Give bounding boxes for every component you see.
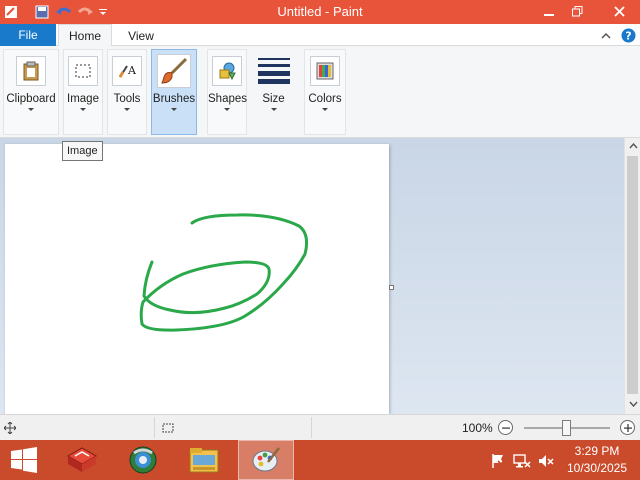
image-tooltip: Image: [62, 141, 103, 161]
text-tool-icon: A: [112, 56, 142, 86]
start-icon[interactable]: [0, 440, 48, 480]
svg-text:?: ?: [625, 29, 631, 42]
zoom-out-button[interactable]: [498, 420, 513, 435]
restore-icon[interactable]: [561, 0, 593, 22]
clipboard-button[interactable]: Clipboard: [3, 49, 59, 135]
chevron-down-icon: [322, 108, 328, 111]
chevron-down-icon: [28, 108, 34, 111]
chevron-down-icon: [224, 108, 230, 111]
chevron-down-icon: [80, 108, 86, 111]
ribbon-tabs: File Home View ?: [0, 24, 640, 47]
volume-muted-icon[interactable]: [537, 452, 555, 470]
flag-icon[interactable]: [489, 452, 507, 470]
scrollbar-thumb[interactable]: [627, 156, 638, 394]
color-palette-icon: [310, 56, 340, 86]
clock-date: 10/30/2025: [566, 461, 628, 475]
colors-label: Colors: [308, 93, 342, 105]
status-bar: 100%: [0, 414, 640, 440]
close-icon[interactable]: [598, 0, 640, 22]
brushes-label: Brushes: [152, 93, 196, 105]
clock-time: 3:29 PM: [574, 444, 620, 458]
zoom-level: 100%: [462, 421, 493, 435]
canvas-workspace: [0, 138, 624, 414]
taskbar-clock[interactable]: 3:29 PM 10/30/2025: [560, 443, 634, 477]
select-rectangle-icon: [68, 56, 98, 86]
image-label: Image: [67, 93, 99, 105]
chevron-down-icon: [124, 108, 130, 111]
help-icon[interactable]: ?: [620, 27, 636, 43]
title-bar: Untitled - Paint: [0, 0, 640, 24]
file-explorer-icon[interactable]: [176, 440, 232, 480]
network-icon[interactable]: [513, 452, 531, 470]
chevron-down-icon: [171, 108, 177, 111]
tab-view[interactable]: View: [118, 24, 164, 47]
selection-size-icon: [162, 423, 174, 432]
zoom-slider-thumb[interactable]: [562, 420, 571, 436]
cursor-position: [0, 417, 155, 438]
shapes-icon: [212, 56, 242, 86]
green-loop-stroke: [139, 213, 308, 332]
zoom-in-button[interactable]: [620, 420, 635, 435]
colors-button[interactable]: Colors: [304, 49, 346, 135]
browser-icon[interactable]: [115, 440, 171, 480]
scroll-down-icon[interactable]: [625, 396, 640, 412]
shapes-button[interactable]: Shapes: [207, 49, 247, 135]
image-button[interactable]: Image: [63, 49, 103, 135]
clipboard-icon: [16, 56, 46, 86]
tools-button[interactable]: A Tools: [107, 49, 147, 135]
drawing-canvas[interactable]: [5, 144, 389, 414]
cursor-position-icon: [4, 421, 16, 434]
tools-label: Tools: [113, 93, 141, 105]
brush-icon: [157, 54, 191, 88]
brushes-button[interactable]: Brushes: [151, 49, 197, 135]
vertical-scrollbar[interactable]: [624, 138, 640, 414]
canvas-resize-handle[interactable]: [389, 285, 394, 290]
svg-text:A: A: [127, 64, 137, 77]
chevron-down-icon: [270, 108, 277, 111]
paint-app-icon[interactable]: [238, 440, 294, 480]
app-icon-red[interactable]: [54, 440, 110, 480]
tab-home[interactable]: Home: [58, 24, 112, 47]
taskbar: 3:29 PM 10/30/2025: [0, 440, 640, 480]
tab-file[interactable]: File: [0, 24, 56, 46]
line-size-icon: [258, 58, 290, 84]
ribbon: Clipboard Image A Tools Brushes Shapes S…: [0, 46, 640, 138]
collapse-ribbon-icon[interactable]: [598, 27, 614, 43]
scroll-up-icon[interactable]: [625, 138, 640, 154]
size-label: Size: [262, 93, 285, 105]
selection-size: [157, 417, 312, 438]
size-button[interactable]: Size: [251, 49, 296, 135]
clipboard-label: Clipboard: [6, 93, 56, 105]
shapes-label: Shapes: [208, 93, 248, 105]
